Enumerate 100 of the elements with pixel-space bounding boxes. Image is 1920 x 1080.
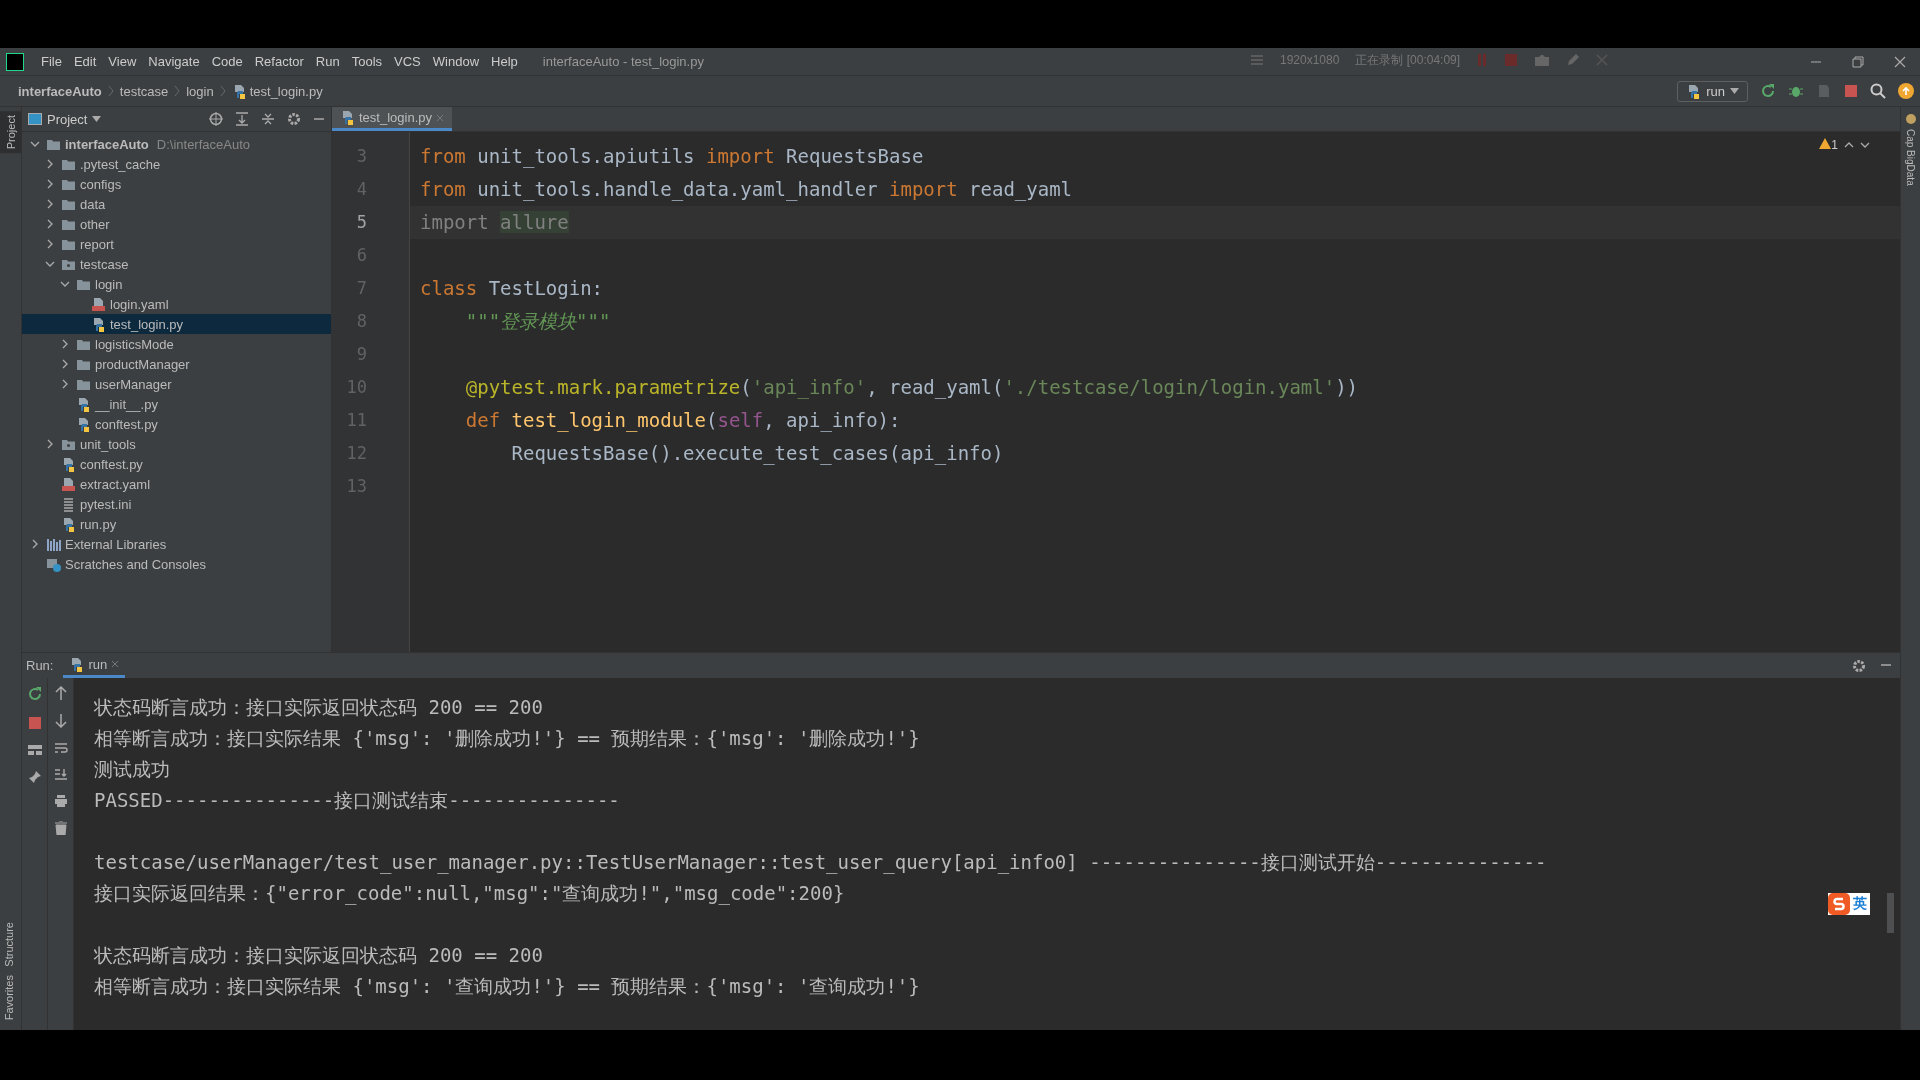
arrow-up-icon[interactable] [54, 686, 67, 700]
tree-item[interactable]: run.py [22, 514, 331, 534]
menu-item[interactable]: View [103, 54, 142, 69]
tree-item[interactable]: configs [22, 174, 331, 194]
arrow-down-icon[interactable] [54, 714, 67, 728]
python-file-icon [76, 396, 91, 412]
warning-icon [1819, 138, 1832, 149]
tree-item[interactable]: External Libraries [22, 534, 331, 554]
breadcrumb-item[interactable]: testcase [119, 83, 169, 99]
rerun-icon[interactable] [1760, 83, 1776, 99]
tree-item[interactable]: Scratches and Consoles [22, 554, 331, 574]
code-line: class TestLogin: [420, 277, 604, 299]
project-tool-tab[interactable]: Project [0, 111, 21, 154]
menu-item[interactable]: Run [310, 54, 345, 69]
tree-item[interactable]: logisticsMode [22, 334, 331, 354]
tree-item[interactable]: report [22, 234, 331, 254]
run-configuration-dropdown[interactable]: run [1677, 80, 1748, 102]
chevron-down-icon [60, 281, 70, 287]
window-title: interfaceAuto - test_login.py [542, 54, 704, 69]
tree-item[interactable]: __init__.py [22, 394, 331, 414]
tree-item[interactable]: extract.yaml [22, 474, 331, 494]
yaml-file-icon [91, 296, 106, 312]
tool-window-tab[interactable]: Cap BigData [1905, 129, 1916, 186]
breadcrumb-item[interactable]: interfaceAuto [18, 83, 102, 99]
expand-all-icon[interactable] [235, 112, 249, 126]
stop-icon[interactable] [1844, 84, 1858, 98]
chevron-right-icon [47, 439, 53, 449]
tree-item[interactable]: testcase [22, 254, 331, 274]
panel-icon [28, 113, 42, 125]
recording-resolution: 1920x1080 [1280, 53, 1340, 67]
print-icon[interactable] [53, 794, 68, 807]
tree-item[interactable]: pytest.ini [22, 494, 331, 514]
tree-item[interactable]: login [22, 274, 331, 294]
collapse-all-icon[interactable] [261, 112, 275, 126]
project-view-dropdown[interactable]: Project [28, 111, 102, 127]
tree-item[interactable]: login.yaml [22, 294, 331, 314]
editor-tab[interactable]: test_login.py [332, 107, 452, 131]
scrollbar-thumb[interactable] [1887, 893, 1894, 933]
console-line: 相等断言成功：接口实际结果 {'msg': '删除成功!'} == 预期结果：{'msg': '删除成功!'} [94, 727, 920, 749]
update-icon[interactable] [1898, 83, 1914, 99]
rerun-icon[interactable] [26, 686, 43, 702]
stop-icon[interactable] [27, 716, 42, 730]
breadcrumb-item[interactable]: login [186, 83, 214, 99]
menu-item[interactable]: File [36, 54, 67, 69]
code-line: import allure [420, 211, 569, 233]
tree-item[interactable]: conftest.py [22, 414, 331, 434]
menu-item[interactable]: Tools [346, 54, 388, 69]
menu-item[interactable]: VCS [389, 54, 426, 69]
tool-window-tab[interactable]: Favorites [0, 970, 18, 1024]
run-panel-label: Run: [26, 658, 54, 673]
menu-item[interactable]: Code [206, 54, 248, 69]
python-file-icon [61, 516, 76, 532]
layout-icon[interactable] [27, 744, 42, 756]
code-line: RequestsBase().execute_test_cases(api_info) [510, 442, 1004, 464]
tree-item[interactable]: data [22, 194, 331, 214]
breadcrumb-item[interactable]: test_login.py [231, 83, 323, 99]
tree-item[interactable]: unit_tools [22, 434, 331, 454]
menu-item[interactable]: Edit [68, 54, 102, 69]
chevron-up-icon[interactable] [1844, 142, 1854, 148]
soft-wrap-icon[interactable] [53, 742, 68, 754]
close-icon[interactable] [111, 660, 120, 668]
sogou-logo-icon [1828, 893, 1850, 915]
scratches-icon [46, 556, 61, 572]
menu-item[interactable]: Navigate [143, 54, 205, 69]
search-icon[interactable] [1870, 83, 1886, 99]
console-line: 接口实际返回结果：{"error_code":null,"msg":"查询成功!","msg_code":200} [94, 882, 845, 904]
trash-icon[interactable] [54, 821, 67, 835]
chevron-down-icon [45, 261, 55, 267]
pin-icon[interactable] [27, 770, 42, 784]
tree-item[interactable]: other [22, 214, 331, 234]
chevron-down-icon[interactable] [1860, 142, 1870, 148]
menu-item[interactable]: Refactor [249, 54, 309, 69]
python-file-icon [76, 416, 91, 432]
chevron-icon [219, 85, 226, 97]
restore-icon[interactable] [1852, 55, 1864, 68]
python-file-icon [69, 656, 85, 672]
tool-window-tab[interactable]: Structure [0, 918, 18, 971]
menu-item[interactable]: Help [486, 54, 523, 69]
tree-item[interactable]: conftest.py [22, 454, 331, 474]
menu-item[interactable]: Window [427, 54, 485, 69]
plugin-icon[interactable] [1904, 113, 1917, 125]
console-line: 相等断言成功：接口实际结果 {'msg': '查询成功!'} == 预期结果：{'msg': '查询成功!'} [94, 975, 920, 997]
tree-item[interactable]: interfaceAuto D:\interfaceAuto [22, 134, 331, 154]
locate-icon[interactable] [209, 112, 223, 126]
yaml-file-icon [61, 476, 76, 492]
settings-icon[interactable] [287, 112, 301, 126]
console-line: 测试成功 [94, 758, 170, 780]
code-line: """登录模块""" [464, 310, 611, 332]
settings-icon[interactable] [1852, 658, 1866, 673]
scroll-to-end-icon[interactable] [53, 768, 68, 780]
close-icon[interactable] [1894, 55, 1906, 68]
code-line: from unit_tools.handle_data.yaml_handler import read_yaml [420, 178, 1073, 200]
tree-item[interactable]: .pytest_cache [22, 154, 331, 174]
settings-file-icon [61, 496, 76, 512]
chevron-icon [107, 85, 114, 97]
library-icon [46, 536, 61, 552]
tree-item[interactable]: test_login.py [22, 314, 331, 334]
tree-item[interactable]: userManager [22, 374, 331, 394]
input-method-indicator[interactable]: 英 [1828, 893, 1870, 915]
tree-item[interactable]: productManager [22, 354, 331, 374]
